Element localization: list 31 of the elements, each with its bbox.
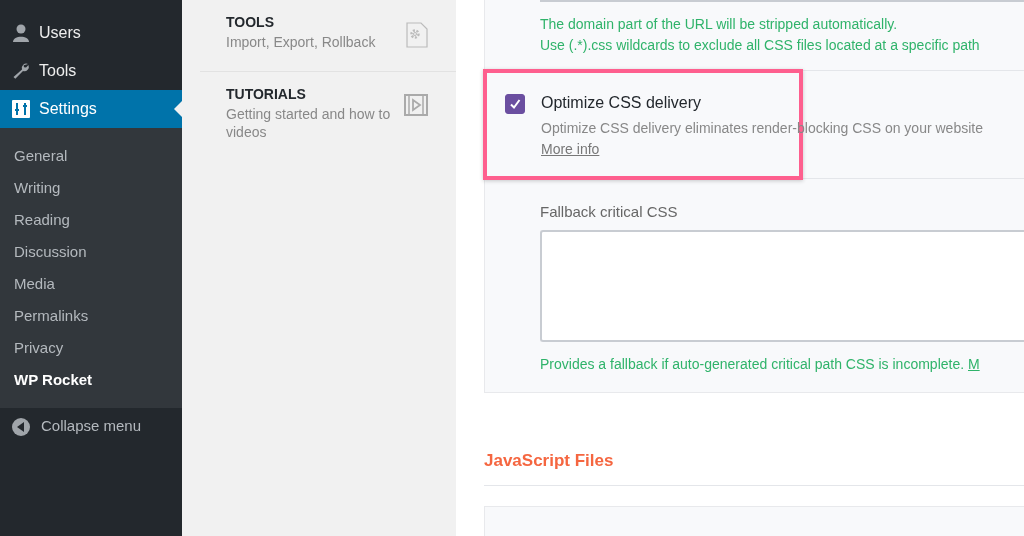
panel-item-description: Getting started and how to videos <box>226 105 392 141</box>
section-heading: JavaScript Files <box>484 451 1024 486</box>
field-label: Fallback critical CSS <box>540 203 679 220</box>
submenu-item[interactable]: WP Rocket <box>0 364 182 396</box>
submenu-item[interactable]: Discussion <box>0 236 182 268</box>
menu-item[interactable]: Users <box>0 14 182 52</box>
sliders-icon <box>11 99 31 119</box>
wrench-icon <box>11 61 31 81</box>
more-info-link[interactable]: More info <box>541 141 600 157</box>
fallback-css-field[interactable] <box>540 230 1024 342</box>
submenu-item[interactable]: Permalinks <box>0 300 182 332</box>
video-icon <box>404 94 428 116</box>
help-text: Provides a fallback if auto-generated critical path CSS is incomplete. <box>540 356 965 372</box>
submenu-item[interactable]: Reading <box>0 204 182 236</box>
submenu-item[interactable]: Media <box>0 268 182 300</box>
checkbox[interactable] <box>505 94 525 114</box>
panel-item-description: Import, Export, Rollback <box>226 33 377 51</box>
panel-item-title[interactable]: TUTORIALS <box>226 86 404 102</box>
submenu-item[interactable]: General <box>0 140 182 172</box>
menu-item[interactable]: Settings <box>0 90 182 128</box>
collapse-menu-button[interactable]: Collapse menu <box>0 408 182 536</box>
user-icon <box>11 23 31 43</box>
panel-item-title[interactable]: TOOLS <box>226 14 406 30</box>
option-label: Optimize CSS delivery <box>541 94 703 112</box>
menu-item[interactable]: Tools <box>0 52 182 90</box>
gear-document-icon <box>406 22 428 48</box>
checkmark-icon <box>509 98 521 110</box>
help-line: Use (.*).css wildcards to exclude all CSS files located at a specific path <box>540 36 981 55</box>
help-line: The domain part of the URL will be stripped automatically. <box>540 15 899 34</box>
submenu-item[interactable]: Privacy <box>0 332 182 364</box>
submenu-item[interactable]: Writing <box>0 172 182 204</box>
